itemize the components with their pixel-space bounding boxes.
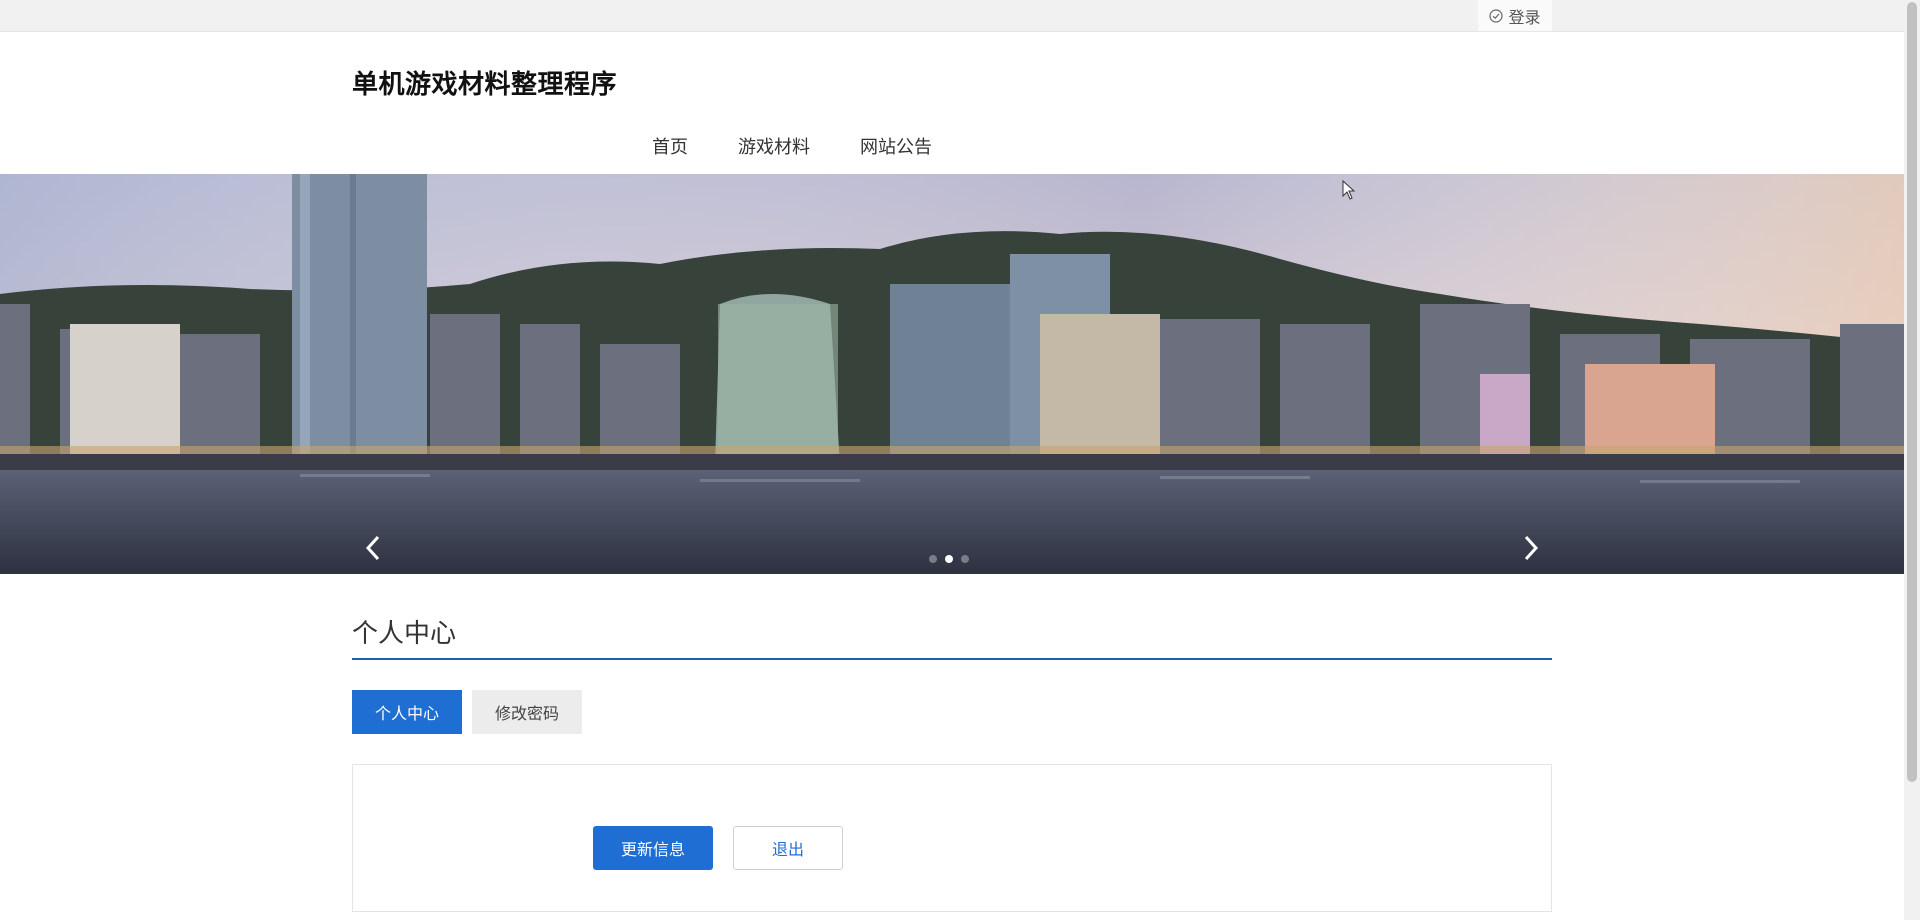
page-scrollbar[interactable] (1904, 0, 1920, 920)
banner-dot[interactable] (961, 555, 969, 563)
top-bar: 登录 (0, 0, 1904, 32)
banner-image (0, 174, 1904, 574)
login-label: 登录 (1508, 7, 1541, 27)
tab-personal-center[interactable]: 个人中心 (352, 690, 462, 734)
update-info-button[interactable]: 更新信息 (593, 826, 713, 870)
tab-change-password[interactable]: 修改密码 (472, 690, 582, 734)
banner-indicators (929, 555, 969, 563)
chevron-right-icon (1522, 535, 1540, 565)
banner-dot[interactable] (929, 555, 937, 563)
section-heading: 个人中心 (352, 614, 1552, 660)
nav-item-game-materials[interactable]: 游戏材料 (738, 130, 810, 174)
banner-prev-button[interactable] (358, 530, 388, 570)
nav-item-home[interactable]: 首页 (652, 130, 688, 174)
profile-panel: 更新信息 退出 (352, 764, 1552, 912)
section-title: 个人中心 (352, 619, 457, 649)
banner-next-button[interactable] (1516, 530, 1546, 570)
check-circle-icon (1489, 8, 1504, 23)
mouse-pointer-icon (1342, 179, 1356, 204)
scrollbar-thumb[interactable] (1907, 2, 1917, 782)
login-link[interactable]: 登录 (1478, 0, 1552, 31)
banner-dot-active[interactable] (945, 555, 953, 563)
profile-tabs: 个人中心 修改密码 (352, 690, 582, 734)
chevron-left-icon (364, 535, 382, 565)
main-nav: 首页 游戏材料 网站公告 (0, 130, 1584, 175)
banner-carousel (0, 174, 1904, 574)
site-title: 单机游戏材料整理程序 (352, 70, 618, 100)
nav-item-announcements[interactable]: 网站公告 (860, 130, 932, 174)
logout-button[interactable]: 退出 (733, 826, 843, 870)
